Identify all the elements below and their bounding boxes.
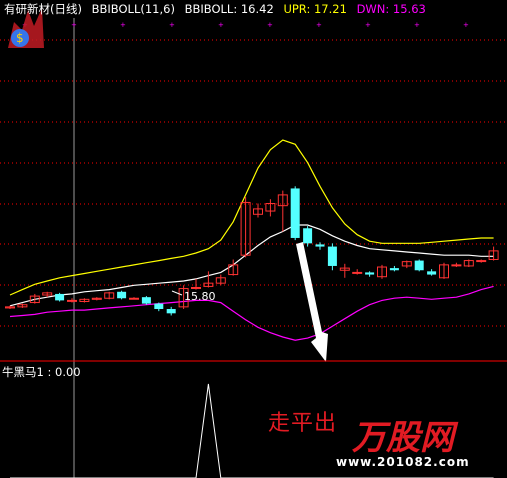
header-tick: +	[120, 21, 126, 29]
header-tick: +	[267, 21, 273, 29]
indicator-name: BBIBOLL(11,6)	[91, 2, 175, 16]
svg-text:$: $	[16, 31, 24, 45]
candle-body-down	[117, 291, 127, 299]
low-price-label: 15.80	[184, 290, 216, 303]
header-tick: +	[365, 21, 371, 29]
header-tick: +	[218, 21, 224, 29]
header-tick: +	[169, 21, 175, 29]
price-annotation: 15.80	[171, 290, 216, 303]
header-tick: +	[463, 21, 469, 29]
candle-body-up	[451, 264, 462, 267]
candle-body-down	[154, 303, 164, 310]
watermark-logo-text: 万股网	[352, 418, 454, 458]
band-line-dwn	[9, 285, 494, 341]
sub-panel-title: 牛黑马1 : 0.00	[2, 365, 81, 379]
dwn-value: DWN: 15.63	[356, 2, 426, 16]
candle-body-down	[290, 188, 300, 238]
kline-chart[interactable]: 15.80 ++++++++++ $	[0, 0, 507, 478]
candle-body-down	[365, 272, 375, 275]
band-line-upr	[9, 139, 494, 296]
candle-body-down	[166, 309, 176, 314]
candle-body-down	[55, 293, 65, 301]
candle-body-down	[315, 244, 325, 247]
watermark-url: www.201082.com	[336, 455, 470, 469]
watermark-text: 走平出	[268, 411, 338, 436]
candle-body-down	[141, 297, 151, 304]
upr-value: UPR: 17.21	[283, 2, 347, 16]
candle-body-down	[389, 268, 399, 271]
annotation-arrow-line	[171, 290, 183, 296]
crosshair-ticks: ++++++++++	[22, 21, 469, 29]
bbiboll-bands	[9, 139, 494, 341]
candle-body-up	[191, 286, 201, 289]
candle-body-down	[427, 271, 437, 275]
price-grid	[0, 39, 507, 327]
candle-body-down	[303, 228, 313, 244]
candle-body-up	[67, 299, 77, 302]
header-tick: +	[414, 21, 420, 29]
candle-body-up	[476, 260, 487, 263]
stock-title: 有研新材(日线)	[4, 2, 82, 16]
candle-body-down	[414, 260, 424, 271]
bbiboll-value: BBIBOLL: 16.42	[184, 2, 274, 16]
header-tick: +	[71, 21, 77, 29]
white-down-arrow-icon	[296, 242, 328, 362]
header-tick: +	[316, 21, 322, 29]
candle-body-down	[327, 246, 337, 266]
candle-body-up	[129, 297, 139, 300]
indicator-header: 有研新材(日线) BBIBOLL(11,6) BBIBOLL: 16.42 UP…	[4, 1, 432, 17]
candle-body-up	[352, 271, 363, 274]
